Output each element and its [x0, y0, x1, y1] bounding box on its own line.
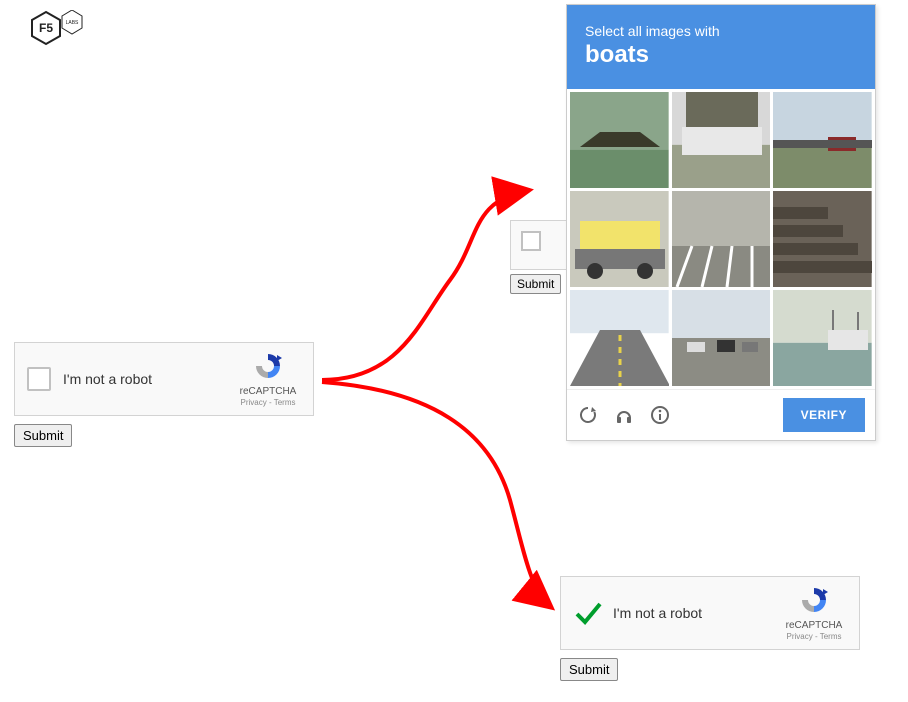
- recaptcha-image-challenge: Select all images with boats VERIFY: [566, 4, 876, 441]
- recaptcha-initial-state: I'm not a robot reCAPTCHA Privacy - Term…: [14, 342, 314, 447]
- recaptcha-logo-icon: [253, 351, 283, 384]
- recaptcha-privacy-terms[interactable]: Privacy - Terms: [241, 398, 296, 407]
- recaptcha-privacy-terms[interactable]: Privacy - Terms: [787, 632, 842, 641]
- submit-button[interactable]: Submit: [560, 658, 618, 681]
- audio-icon[interactable]: [613, 404, 635, 426]
- challenge-footer: VERIFY: [567, 389, 875, 440]
- svg-text:LABS: LABS: [66, 20, 79, 26]
- challenge-tile[interactable]: [672, 191, 771, 287]
- arrow-to-verified: [322, 382, 552, 608]
- recaptcha-logo-icon: [799, 585, 829, 618]
- f5-labs-logo: F5 LABS: [28, 10, 90, 57]
- challenge-tile[interactable]: [773, 191, 872, 287]
- challenge-tile[interactable]: [672, 290, 771, 386]
- recaptcha-widget-unchecked: I'm not a robot reCAPTCHA Privacy - Term…: [14, 342, 314, 416]
- info-icon[interactable]: [649, 404, 671, 426]
- challenge-header: Select all images with boats: [567, 5, 875, 89]
- arrow-to-challenge: [322, 190, 530, 380]
- challenge-target: boats: [585, 41, 857, 69]
- recaptcha-checkbox[interactable]: [521, 231, 541, 251]
- submit-button[interactable]: Submit: [14, 424, 72, 447]
- challenge-tile[interactable]: [773, 290, 872, 386]
- challenge-tile[interactable]: [570, 92, 669, 188]
- recaptcha-label: I'm not a robot: [613, 605, 779, 621]
- recaptcha-label: I'm not a robot: [63, 371, 233, 387]
- recaptcha-branding: reCAPTCHA Privacy - Terms: [233, 351, 303, 407]
- challenge-tile[interactable]: [773, 92, 872, 188]
- challenge-prompt: Select all images with: [585, 23, 857, 39]
- svg-text:F5: F5: [39, 21, 53, 35]
- recaptcha-brand-name: reCAPTCHA: [240, 386, 297, 397]
- challenge-tile[interactable]: [570, 290, 669, 386]
- checkmark-icon: [573, 598, 603, 628]
- recaptcha-branding: reCAPTCHA Privacy - Terms: [779, 585, 849, 641]
- reload-icon[interactable]: [577, 404, 599, 426]
- challenge-tile[interactable]: [570, 191, 669, 287]
- recaptcha-checkbox[interactable]: [27, 367, 51, 391]
- challenge-tile[interactable]: [672, 92, 771, 188]
- recaptcha-brand-name: reCAPTCHA: [786, 620, 843, 631]
- challenge-image-grid: [567, 89, 875, 389]
- verify-button[interactable]: VERIFY: [783, 398, 865, 432]
- recaptcha-verified-state: I'm not a robot reCAPTCHA Privacy - Term…: [560, 576, 860, 681]
- submit-button[interactable]: Submit: [510, 274, 561, 294]
- recaptcha-widget-checked: I'm not a robot reCAPTCHA Privacy - Term…: [560, 576, 860, 650]
